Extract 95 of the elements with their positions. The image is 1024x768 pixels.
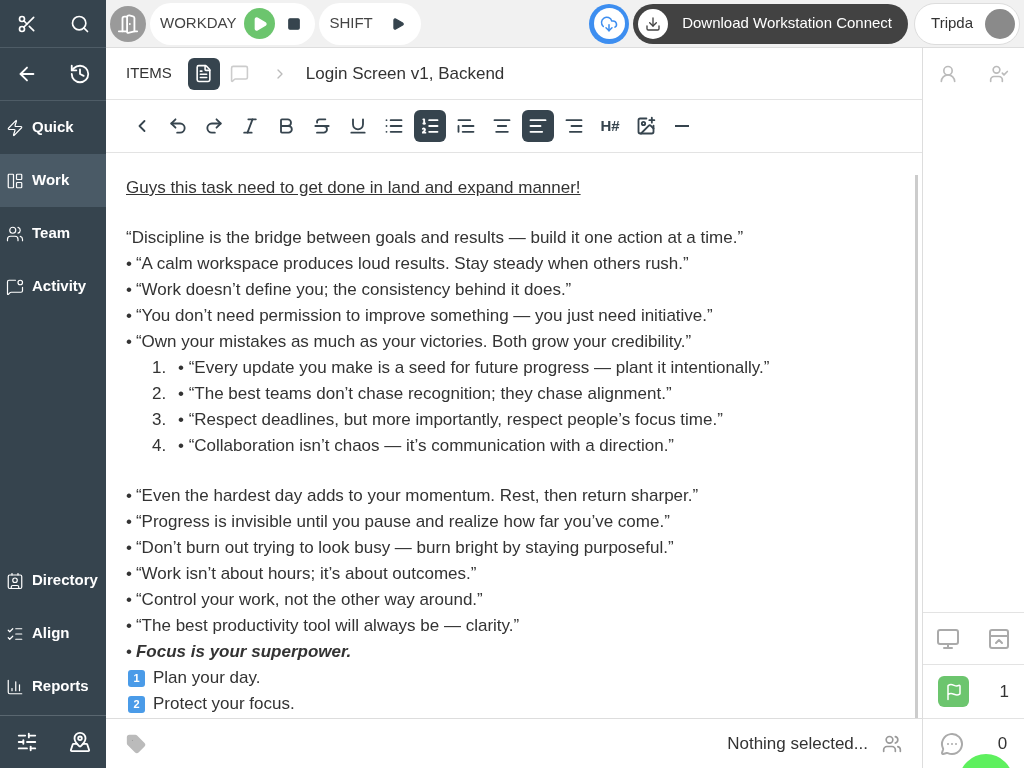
flag-count: 1 <box>999 680 1009 703</box>
number-keycap: 2 <box>128 695 145 713</box>
list-item-text: “Don’t burn out trying to look busy — burn bright by staying purposeful.” <box>135 537 674 559</box>
document-heading-text: Guys this task need to get done in land and expand manner! <box>126 178 581 197</box>
list-number: 2. <box>152 383 168 405</box>
list-item-text: “A calm workspace produces loud results. Stay steady when others rush.” <box>135 253 689 275</box>
list-item-text: “You don’t need permission to improve something — you just need initiative.” <box>135 305 713 327</box>
lightning-icon <box>6 118 24 137</box>
bullet-mark: • <box>126 279 132 301</box>
horizontal-rule-icon <box>675 125 689 127</box>
search-icon[interactable] <box>69 13 90 34</box>
sidebar-item[interactable]: Align <box>0 607 106 660</box>
list-item-text: “Progress is invisible until you pause and realize how far you’ve come.” <box>135 511 670 533</box>
list-item-text: Plan your day. <box>153 667 261 689</box>
list-item-text: Protect your focus. <box>153 693 295 715</box>
document-icon <box>194 64 214 83</box>
sliders-icon[interactable] <box>15 731 38 753</box>
bar-chart-icon <box>6 677 24 696</box>
workday-label: WORKDAY <box>160 13 237 34</box>
history-icon[interactable] <box>68 63 91 85</box>
align-left-icon <box>528 116 548 136</box>
list-item-text: “Work isn’t about hours; it’s about outcomes.” <box>135 563 477 585</box>
strikethrough-icon <box>312 116 332 136</box>
shift-label: SHIFT <box>329 13 373 34</box>
list-item-text: “Control your work, not the other way around.” <box>135 589 483 611</box>
list-item-text: • “Every update you make is a seed for future progress — plant it intentionally.” <box>178 357 770 379</box>
list-number: 4. <box>152 435 168 457</box>
sidebar-item[interactable]: Activity <box>0 260 106 313</box>
chat-dot-icon <box>6 277 24 296</box>
bullet-list-icon <box>384 116 404 136</box>
undo-icon <box>168 116 188 136</box>
map-pin-flag-icon[interactable] <box>68 731 91 753</box>
bullet-mark: • <box>126 331 132 353</box>
cloud-download-icon <box>600 14 619 33</box>
download-icon <box>645 15 662 32</box>
list-item-text: • “Respect deadlines, but more importantly, respect people’s focus time.” <box>178 409 723 431</box>
list-item-text: • “Collaboration isn’t chaos — it’s communication with a direction.” <box>178 435 674 457</box>
align-left-button[interactable] <box>522 110 554 142</box>
play-icon[interactable] <box>390 16 405 31</box>
bullet-mark: • <box>126 563 132 585</box>
bullet-mark: • <box>126 641 132 663</box>
flag-icon <box>944 682 963 701</box>
list-item-text: Focus is your superpower. <box>135 641 352 663</box>
bullet-mark: • <box>126 485 132 507</box>
door-button[interactable] <box>110 5 146 42</box>
list-number: 3. <box>152 409 168 431</box>
heading-button[interactable]: H# <box>594 110 626 142</box>
image-plus-icon <box>636 116 656 136</box>
user-button[interactable]: Tripda <box>914 2 1020 45</box>
download-button[interactable]: Download Workstation Connect <box>633 3 909 44</box>
list-number: 1. <box>152 357 168 379</box>
avatar <box>985 8 1015 39</box>
sidebar-item[interactable]: Work <box>0 154 106 207</box>
person-check-icon[interactable] <box>988 64 1009 84</box>
bullet-mark: • <box>126 589 132 611</box>
user-name: Tripda <box>931 13 973 34</box>
bullet-mark: • <box>126 511 132 533</box>
numbered-list-icon <box>420 116 440 136</box>
comment-icon <box>230 64 250 83</box>
cloud-download-button[interactable] <box>589 3 630 44</box>
list-item-text: “The best productivity tool will always be — clarity.” <box>135 615 520 637</box>
numbered-list-button[interactable] <box>414 110 446 142</box>
scrollbar[interactable] <box>915 175 918 718</box>
door-icon <box>117 12 139 35</box>
stop-icon[interactable] <box>287 16 302 31</box>
redo-icon <box>204 116 224 136</box>
sidebar-item[interactable]: Directory <box>0 554 106 607</box>
item-title: Login Screen v1, Backend <box>305 62 505 85</box>
list-item-text: “Work doesn’t define you; the consistency behind it does.” <box>135 279 572 301</box>
comment-count: 0 <box>997 732 1008 755</box>
app-logo-icon[interactable] <box>16 13 37 34</box>
team-icon <box>6 224 24 243</box>
number-keycap: 1 <box>128 669 145 687</box>
people-icon <box>6 571 24 590</box>
quote-text: “Discipline is the bridge between goals and results — build it one action at a time.” <box>126 228 744 247</box>
list-item-text: “Even the hardest day adds to your momentum. Rest, then return sharper.” <box>135 485 699 507</box>
section-label: ITEMS <box>126 63 172 84</box>
underline-icon <box>348 116 368 136</box>
sidebar-item[interactable]: Quick <box>0 101 106 154</box>
selection-status: Nothing selected... <box>727 732 868 755</box>
italic-icon <box>240 116 260 136</box>
bullet-mark: • <box>126 615 132 637</box>
document-view-button[interactable] <box>187 57 220 90</box>
bullet-mark: • <box>126 305 132 327</box>
people-icon[interactable] <box>882 733 902 754</box>
grid-icon <box>6 171 24 190</box>
align-right-icon <box>564 116 584 136</box>
list-item-text: • “The best teams don’t chase recognition; they chase alignment.” <box>178 383 672 405</box>
align-center-icon <box>492 116 512 136</box>
bullet-mark: • <box>126 253 132 275</box>
sidebar-item[interactable]: Reports <box>0 660 106 713</box>
bullet-mark: • <box>126 537 132 559</box>
list-item-text: “Own your mistakes as much as your victories. Both grow your credibility.” <box>135 331 692 353</box>
quote-icon <box>456 116 476 136</box>
sidebar-item[interactable]: Team <box>0 207 106 260</box>
